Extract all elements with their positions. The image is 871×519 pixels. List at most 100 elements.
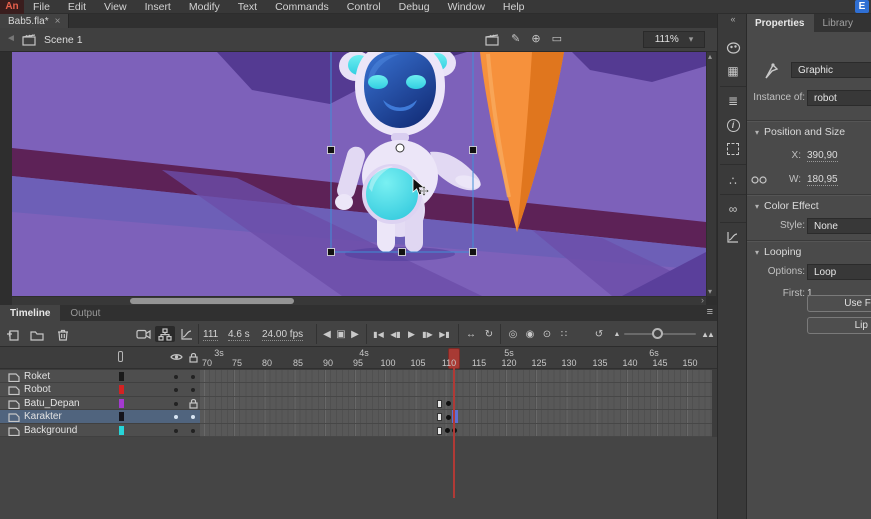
frames-roket[interactable] bbox=[200, 370, 712, 384]
section-looping[interactable]: ▾Looping bbox=[755, 246, 871, 258]
playhead-line[interactable] bbox=[453, 368, 455, 498]
outline-color-column-icon[interactable] bbox=[118, 351, 123, 362]
layer-outline-color[interactable] bbox=[119, 426, 124, 435]
add-camera-button[interactable] bbox=[134, 326, 152, 342]
keyframe-dot[interactable] bbox=[446, 401, 451, 406]
visibility-dot[interactable] bbox=[174, 415, 178, 419]
menu-commands[interactable]: Commands bbox=[266, 0, 338, 14]
motion-editor-panel-icon[interactable] bbox=[721, 226, 745, 248]
symbol-type-dropdown[interactable]: Graphic bbox=[791, 62, 871, 78]
visibility-dot[interactable] bbox=[174, 388, 178, 392]
lock-dot[interactable] bbox=[191, 388, 195, 392]
particles-panel-icon[interactable]: ∴ bbox=[721, 170, 745, 192]
animate-logo[interactable]: An bbox=[0, 0, 24, 14]
layer-row-karakter[interactable]: Karakter bbox=[0, 410, 200, 424]
use-frame-picker-button[interactable]: Use Fra bbox=[807, 295, 871, 312]
creative-cloud-icon[interactable]: ∞ bbox=[721, 198, 745, 220]
zoom-level-dropdown[interactable]: 111% ▾ bbox=[643, 31, 705, 48]
layer-row-batu-depan[interactable]: Batu_Depan bbox=[0, 397, 200, 411]
scroll-down-icon[interactable]: ▾ bbox=[708, 287, 712, 296]
loop-playback-button[interactable]: ↻ bbox=[480, 326, 498, 342]
delete-layer-button[interactable] bbox=[54, 326, 72, 342]
layer-outline-color[interactable] bbox=[119, 372, 124, 381]
loop-range-prev-icon[interactable]: ◀ bbox=[320, 326, 334, 342]
link-width-height-icon[interactable] bbox=[751, 173, 767, 187]
first-frame-button[interactable]: ▮◀ bbox=[370, 326, 387, 342]
keyframe-dot[interactable] bbox=[445, 428, 450, 433]
scroll-right-icon[interactable]: › bbox=[701, 295, 704, 305]
onion-skin-button[interactable]: ◎ bbox=[504, 326, 522, 342]
layer-outline-color[interactable] bbox=[119, 399, 124, 408]
visibility-dot[interactable] bbox=[174, 429, 178, 433]
menu-edit[interactable]: Edit bbox=[59, 0, 95, 14]
stage-vertical-scrollbar[interactable]: ▴ ▾ bbox=[707, 52, 716, 296]
section-color-effect[interactable]: ▾Color Effect bbox=[755, 200, 871, 212]
section-position-size[interactable]: ▾Position and Size bbox=[755, 126, 871, 138]
eye-column-icon[interactable] bbox=[170, 352, 183, 362]
timeline-zoom-in-icon[interactable]: ▲▲ bbox=[698, 326, 716, 342]
layer-outline-color[interactable] bbox=[119, 412, 124, 421]
show-parenting-view-button[interactable] bbox=[155, 326, 175, 342]
stage-horizontal-scrollbar[interactable]: › bbox=[12, 297, 706, 305]
tab-library[interactable]: Library bbox=[814, 14, 863, 32]
lock-dot[interactable] bbox=[191, 375, 195, 379]
lock-icon[interactable] bbox=[188, 398, 199, 409]
instance-name-field[interactable]: robot bbox=[807, 90, 871, 106]
scroll-up-icon[interactable]: ▴ bbox=[708, 52, 712, 61]
tab-output[interactable]: Output bbox=[60, 305, 110, 321]
align-panel-icon[interactable]: ≣ bbox=[721, 90, 745, 112]
menu-text[interactable]: Text bbox=[229, 0, 266, 14]
visibility-dot[interactable] bbox=[174, 375, 178, 379]
frames-background[interactable] bbox=[200, 424, 712, 438]
keyframe-dot[interactable] bbox=[446, 415, 451, 420]
play-button[interactable]: ▶ bbox=[404, 326, 419, 342]
step-back-button[interactable]: ◀▮ bbox=[387, 326, 404, 342]
frames-karakter[interactable] bbox=[200, 410, 712, 424]
center-stage-icon[interactable]: ⊕ bbox=[531, 32, 540, 46]
layer-row-background[interactable]: Background bbox=[0, 424, 200, 438]
color-panel-icon[interactable] bbox=[721, 36, 745, 58]
back-arrow-icon[interactable]: ◄ bbox=[6, 33, 16, 44]
clip-content-icon[interactable]: ▭ bbox=[552, 32, 562, 46]
menu-modify[interactable]: Modify bbox=[180, 0, 229, 14]
frames-robot[interactable] bbox=[200, 383, 712, 397]
edit-scene-icon[interactable] bbox=[485, 32, 500, 46]
last-frame-button[interactable]: ▶▮ bbox=[436, 326, 453, 342]
stage-canvas[interactable] bbox=[12, 52, 706, 296]
loop-range-frame-icon[interactable]: ▣ bbox=[334, 326, 348, 342]
info-panel-icon[interactable]: i bbox=[721, 114, 745, 136]
tab-timeline[interactable]: Timeline bbox=[0, 305, 60, 321]
menu-view[interactable]: View bbox=[95, 0, 136, 14]
close-tab-icon[interactable]: × bbox=[55, 16, 61, 27]
frames-batu-depan[interactable] bbox=[200, 397, 712, 411]
frame-rate-value[interactable]: 24.00 fps bbox=[262, 329, 303, 341]
step-forward-button[interactable]: ▮▶ bbox=[419, 326, 436, 342]
span-end-marker[interactable] bbox=[437, 400, 442, 408]
menu-control[interactable]: Control bbox=[338, 0, 390, 14]
transform-panel-icon[interactable] bbox=[721, 138, 745, 160]
modify-onion-markers-button[interactable]: ∷ bbox=[555, 326, 573, 342]
document-tab[interactable]: Bab5.fla* × bbox=[0, 14, 69, 28]
span-end-marker[interactable] bbox=[437, 413, 442, 421]
tab-properties[interactable]: Properties bbox=[747, 14, 814, 32]
w-value[interactable]: 180,95 bbox=[807, 174, 838, 186]
menu-file[interactable]: File bbox=[24, 0, 59, 14]
loop-options-dropdown[interactable]: Loop bbox=[807, 264, 871, 280]
lock-dot[interactable] bbox=[191, 415, 195, 419]
edit-multiple-frames-button[interactable]: ⊙ bbox=[538, 326, 556, 342]
hscroll-thumb[interactable] bbox=[130, 298, 294, 304]
new-folder-button[interactable] bbox=[28, 326, 46, 342]
new-layer-button[interactable] bbox=[4, 326, 22, 342]
menu-insert[interactable]: Insert bbox=[136, 0, 180, 14]
current-frame-value[interactable]: 111 bbox=[203, 329, 218, 341]
layer-row-roket[interactable]: Roket bbox=[0, 370, 200, 384]
menu-help[interactable]: Help bbox=[494, 0, 534, 14]
x-value[interactable]: 390,90 bbox=[807, 150, 838, 162]
collapse-panels-icon[interactable]: « bbox=[718, 14, 748, 24]
menu-debug[interactable]: Debug bbox=[390, 0, 439, 14]
elapsed-time-value[interactable]: 4.6 s bbox=[228, 329, 250, 341]
lock-dot[interactable] bbox=[191, 429, 195, 433]
layer-row-robot[interactable]: Robot bbox=[0, 383, 200, 397]
reset-timeline-zoom-button[interactable]: ↺ bbox=[590, 326, 608, 342]
onion-skin-outlines-button[interactable]: ◉ bbox=[521, 326, 539, 342]
